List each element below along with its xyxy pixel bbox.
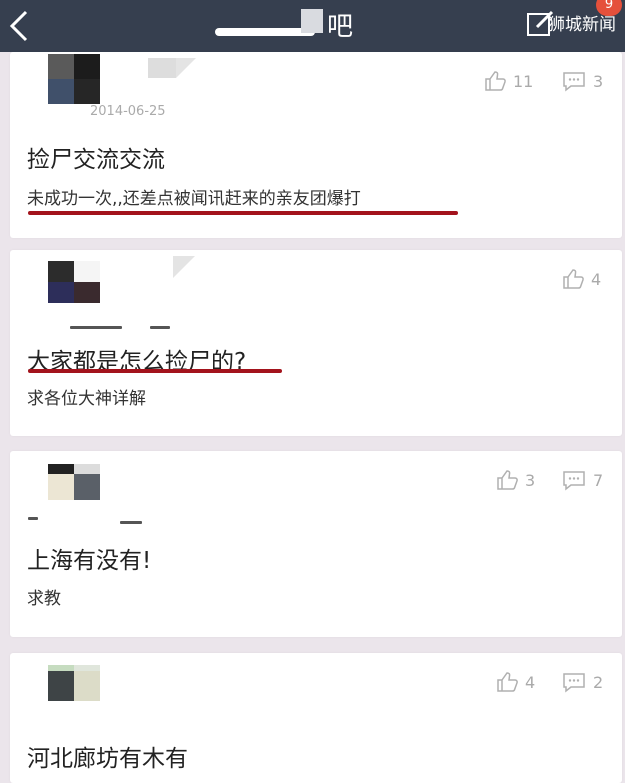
redacted-username xyxy=(148,58,176,78)
redacted-username-mark xyxy=(28,517,38,520)
forum-title-suffix: 吧 xyxy=(327,12,354,42)
like-button[interactable]: 11 xyxy=(483,69,533,93)
like-count: 4 xyxy=(525,672,536,692)
comment-icon xyxy=(563,72,585,92)
comment-button[interactable]: 7 xyxy=(561,468,603,492)
post-date: 2014-06-25 xyxy=(90,104,166,119)
post-card[interactable]: 4 大家都是怎么捡尸的? 求各位大神详解 xyxy=(10,250,622,436)
post-excerpt: 未成功一次,,还差点被闻讯赶来的亲友团爆打 xyxy=(27,189,361,209)
post-title[interactable]: 捡尸交流交流 xyxy=(27,140,165,174)
post-card[interactable]: 2014-06-25 11 3 捡尸交流交流 未成功一次,,还差点被闻讯赶来的亲… xyxy=(10,52,622,238)
avatar xyxy=(48,261,100,303)
like-button[interactable]: 4 xyxy=(561,267,601,291)
post-excerpt: 求教 xyxy=(27,589,61,609)
post-title[interactable]: 河北廊坊有木有 xyxy=(27,739,188,773)
redacted-username-mark xyxy=(70,326,122,329)
comment-icon xyxy=(563,471,585,491)
thumbs-up-icon xyxy=(485,71,506,91)
redacted-username-triangle xyxy=(176,58,196,78)
back-arrow-icon[interactable] xyxy=(6,8,36,44)
redacted-username xyxy=(173,256,195,278)
redacted-username-mark xyxy=(150,326,170,329)
watermark-text: 狮城新闻 xyxy=(548,15,616,35)
post-excerpt: 求各位大神详解 xyxy=(27,389,146,409)
like-count: 11 xyxy=(513,71,534,91)
top-bar: 吧 9 狮城新闻 xyxy=(0,0,625,52)
redacted-forum-block xyxy=(301,9,323,33)
avatar xyxy=(48,464,100,500)
thumbs-up-icon xyxy=(497,470,518,490)
like-count: 3 xyxy=(525,470,536,490)
comment-button[interactable]: 3 xyxy=(561,69,603,93)
post-card[interactable]: 4 2 河北廊坊有木有 xyxy=(10,653,622,783)
comment-count: 2 xyxy=(593,672,604,692)
thumbs-up-icon xyxy=(563,269,584,289)
redacted-username-mark xyxy=(120,521,142,524)
red-highlight-underline xyxy=(28,211,458,215)
post-title[interactable]: 上海有没有! xyxy=(27,541,151,575)
red-highlight-underline xyxy=(28,369,282,373)
avatar xyxy=(48,54,100,104)
like-count: 4 xyxy=(591,269,602,289)
comment-count: 3 xyxy=(593,71,604,91)
thumbs-up-icon xyxy=(497,672,518,692)
like-button[interactable]: 4 xyxy=(495,670,535,694)
forum-title: 吧 xyxy=(215,6,365,46)
avatar xyxy=(48,665,100,701)
comment-button[interactable]: 2 xyxy=(561,670,603,694)
post-card[interactable]: 3 7 上海有没有! 求教 xyxy=(10,451,622,637)
comment-icon xyxy=(563,673,585,693)
like-button[interactable]: 3 xyxy=(495,468,535,492)
redacted-forum-name xyxy=(215,28,315,36)
comment-count: 7 xyxy=(593,470,604,490)
